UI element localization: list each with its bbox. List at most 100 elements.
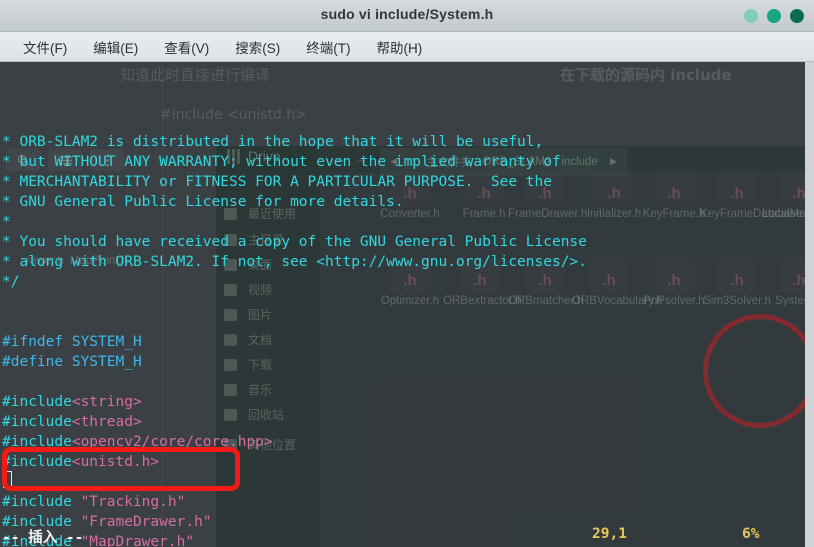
ghost-file-item[interactable]: .h KeyFrameDatabase.h — [700, 170, 806, 221]
menu-edit[interactable]: 编辑(E) — [80, 34, 151, 60]
code-token: * ORB-SLAM2 is distributed in the hope t… — [2, 134, 544, 150]
music-icon — [224, 383, 237, 396]
terminal-scrollbar[interactable] — [805, 62, 814, 547]
video-icon — [224, 283, 237, 296]
code-line: * but WITHOUT ANY WARRANTY; without even… — [2, 152, 561, 172]
code-token: * — [2, 214, 11, 230]
code-line: #define SYSTEM_H — [2, 352, 142, 372]
hint-text-left: 知道此时直接进行编译 — [120, 66, 271, 84]
code-token: #include — [2, 414, 72, 430]
code-token: "Tracking.h" — [80, 494, 186, 510]
menu-file[interactable]: 文件(F) — [10, 34, 80, 60]
code-line: #include<thread> — [2, 412, 142, 432]
ghost-place-label: 文档 — [248, 333, 273, 347]
header-file-icon: .h — [779, 257, 806, 293]
vim-mode-indicator: -- 插入 -- — [2, 530, 84, 546]
unistd-include-annotation — [2, 447, 240, 491]
picture-icon — [224, 308, 237, 321]
ghost-file-label: Sim3Solver.h — [703, 295, 771, 307]
ghost-file-label: Optimizer.h — [380, 295, 440, 307]
header-file-icon: .h — [654, 257, 694, 293]
ghost-file-item[interactable]: .h PnPsolver.h — [637, 257, 711, 308]
ghost-place-label: 下载 — [248, 358, 273, 372]
ghost-file-item[interactable]: .h KeyFrame.h — [637, 170, 711, 221]
close-button[interactable] — [790, 9, 804, 23]
code-token: * You should have received a copy of the… — [2, 234, 587, 250]
ghost-file-label: ORBmatcher.h — [508, 295, 584, 307]
trash-icon — [224, 408, 237, 421]
ghost-place-label: 音乐 — [248, 383, 273, 397]
ghost-file-item[interactable]: .h Initializer.h — [577, 170, 651, 221]
menu-help[interactable]: 帮助(H) — [364, 34, 436, 60]
code-line: */ — [2, 272, 19, 292]
code-token: <thread> — [71, 414, 142, 430]
code-line: * GNU General Public License for more de… — [2, 192, 404, 212]
window-controls — [744, 9, 804, 23]
code-token: #include — [2, 394, 72, 410]
breadcrumb-current[interactable]: include — [561, 156, 597, 168]
ghost-file-label: Initializer.h — [586, 208, 642, 220]
ghost-file-label: KeyFrame.h — [642, 208, 706, 220]
minimize-button[interactable] — [744, 9, 758, 23]
code-line: #include "Tracking.h" — [2, 492, 185, 512]
header-file-icon: .h — [717, 257, 757, 293]
code-line: * You should have received a copy of the… — [2, 232, 587, 252]
menubar: 文件(F) 编辑(E) 查看(V) 搜索(S) 终端(T) 帮助(H) — [0, 32, 814, 62]
ghost-place-item[interactable]: 音乐 — [224, 381, 272, 398]
ghost-file-label: Frame.h — [462, 208, 506, 220]
window-title: sudo vi include/System.h — [320, 6, 494, 22]
hint-text-sub: #include <unistd.h> — [160, 107, 307, 123]
code-token: #define SYSTEM_H — [2, 354, 142, 370]
ghost-place-item[interactable]: 回收站 — [224, 406, 284, 423]
ghost-file-label: ORBVocabulary.h — [572, 295, 663, 307]
terminal-window: sudo vi include/System.h 文件(F) 编辑(E) 查看(… — [0, 0, 814, 547]
ghost-file-item[interactable]: .h System.h — [762, 257, 806, 308]
header-file-icon: .h — [589, 257, 629, 293]
code-token: * but WITHOUT ANY WARRANTY; without even… — [2, 154, 561, 170]
system-h-circle-annotation — [703, 314, 806, 428]
code-line: #include<string> — [2, 392, 142, 412]
ghost-place-item[interactable]: 图片 — [224, 306, 272, 323]
code-token: #ifndef SYSTEM_H — [2, 334, 142, 350]
ghost-file-label: ORBextractor.h — [443, 295, 522, 307]
header-file-icon: .h — [779, 170, 806, 206]
code-token: #include — [2, 494, 81, 510]
window-titlebar: sudo vi include/System.h — [0, 0, 814, 32]
code-line: #ifndef SYSTEM_H — [2, 332, 142, 352]
document-icon — [224, 333, 237, 346]
terminal-body[interactable]: Drive ← → ◄ ⌂ 主文件夹 ORB_SLAM2 include ► 最… — [0, 62, 806, 547]
code-line: * along with ORB-SLAM2. If not, see <htt… — [2, 252, 587, 272]
code-line: * — [2, 212, 11, 232]
ghost-file-label: FrameDrawer.h — [508, 208, 588, 220]
ghost-file-label: KeyFrameDatabase.h — [700, 208, 806, 220]
download-icon — [224, 358, 237, 371]
ghost-place-label: 视频 — [248, 283, 273, 297]
code-token: * GNU General Public License for more de… — [2, 194, 404, 210]
maximize-button[interactable] — [767, 9, 781, 23]
code-line: * ORB-SLAM2 is distributed in the hope t… — [2, 132, 543, 152]
ghost-place-item[interactable]: 下载 — [224, 356, 272, 373]
code-token: */ — [2, 274, 20, 290]
ghost-file-label: LocalMapping.h — [762, 208, 806, 220]
ghost-file-item[interactable]: .h LocalMapping.h — [762, 170, 806, 221]
menu-terminal[interactable]: 终端(T) — [293, 34, 363, 60]
cursor-position: 29,1 — [592, 526, 627, 542]
ghost-place-item[interactable]: 视频 — [224, 281, 272, 298]
vim-status-line: -- 插入 -- 29,1 6% — [0, 525, 806, 547]
menu-view[interactable]: 查看(V) — [151, 34, 222, 60]
code-token: * along with ORB-SLAM2. If not, see <htt… — [2, 254, 587, 270]
ghost-file-label: PnPsolver.h — [643, 295, 705, 307]
header-file-icon: .h — [594, 170, 634, 206]
hint-text-top: 在下载的源码内 include — [560, 66, 732, 84]
breadcrumb-next-icon[interactable]: ► — [608, 156, 619, 168]
header-file-icon: .h — [717, 170, 757, 206]
scroll-percent: 6% — [742, 526, 760, 542]
ghost-file-item[interactable]: .h Sim3Solver.h — [700, 257, 774, 308]
code-token: * MERCHANTABILITY or FITNESS FOR A PARTI… — [2, 174, 552, 190]
ghost-place-item[interactable]: 文档 — [224, 331, 272, 348]
header-file-icon: .h — [654, 170, 694, 206]
menu-search[interactable]: 搜索(S) — [222, 34, 293, 60]
code-line: * MERCHANTABILITY or FITNESS FOR A PARTI… — [2, 172, 552, 192]
ghost-file-label: System.h — [775, 295, 806, 307]
code-token: <string> — [71, 394, 142, 410]
